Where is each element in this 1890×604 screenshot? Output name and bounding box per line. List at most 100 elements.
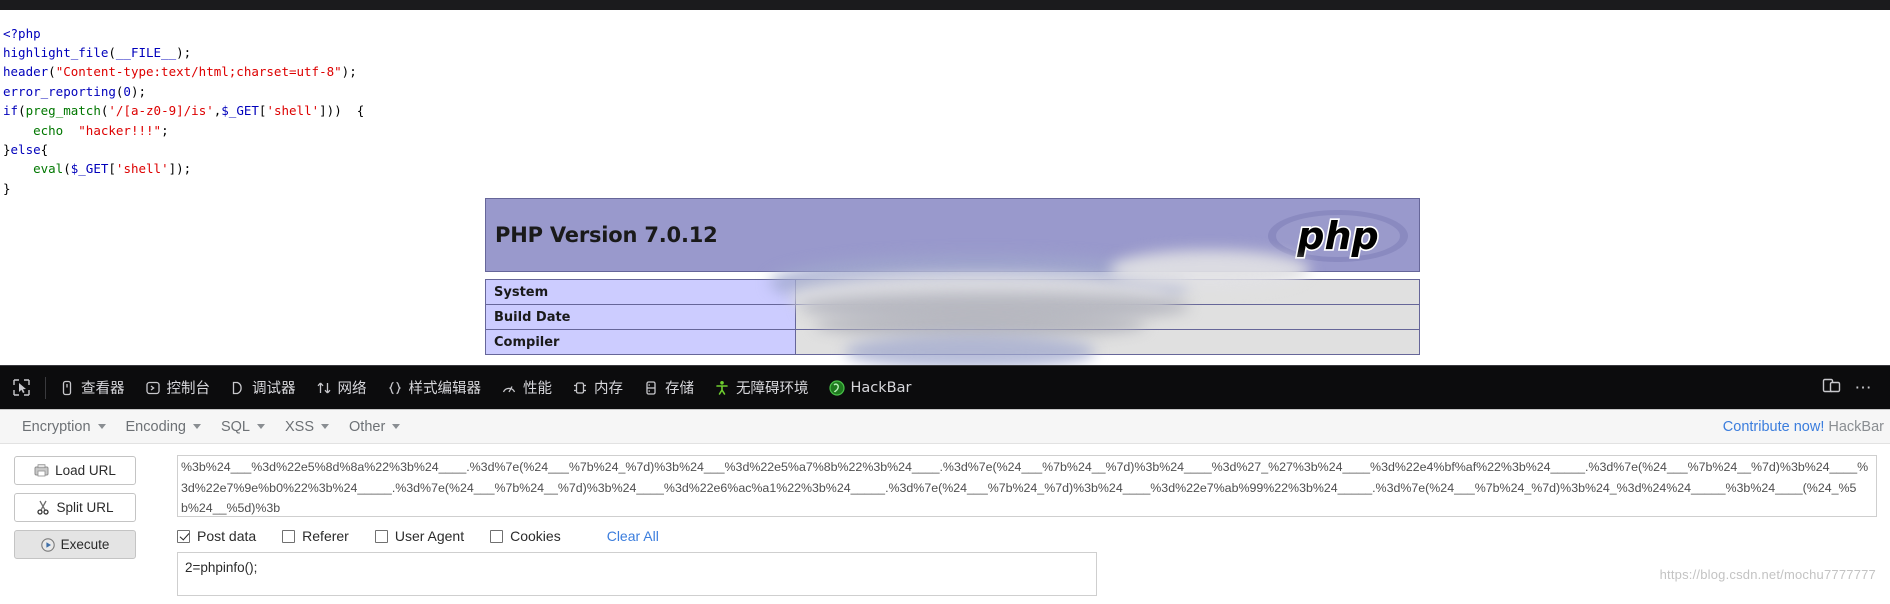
browser-page-content: <?php highlight_file(__FILE__); header("… <box>0 0 1890 365</box>
phpinfo-row-label: Build Date <box>485 304 796 330</box>
code-token: ( <box>48 64 56 80</box>
responsive-design-mode-button[interactable] <box>1822 376 1841 400</box>
devtools-tab-label: 控制台 <box>166 381 211 397</box>
code-token: ; <box>161 122 169 138</box>
devtools-tab-label: 网络 <box>337 381 367 397</box>
code-token: "hacker!!!" <box>78 122 162 138</box>
referer-checkbox[interactable]: Referer <box>282 528 349 544</box>
watermark-text: https://blog.csdn.net/mochu7777777 <box>1659 567 1876 582</box>
devtools-tab-hackbar[interactable]: HackBar <box>819 366 922 409</box>
hackbar-menu-other[interactable]: Other <box>341 415 412 439</box>
code-token: ( <box>63 161 71 177</box>
hackbar-menu-sql[interactable]: SQL <box>213 415 277 439</box>
cookies-checkbox[interactable]: Cookies <box>490 528 561 544</box>
split-url-icon <box>37 500 50 515</box>
code-token: ( <box>18 103 26 119</box>
execute-icon <box>40 537 55 552</box>
table-row: Build Date <box>485 304 1420 330</box>
more-options-button[interactable]: ⋯ <box>1855 378 1875 398</box>
button-label: Split URL <box>56 500 114 515</box>
split-url-button[interactable]: Split URL <box>14 493 136 522</box>
code-token: eval <box>33 161 64 177</box>
devtools-tab-console[interactable]: 控制台 <box>135 366 221 409</box>
button-label: Execute <box>60 537 110 552</box>
hackbar-icon <box>828 379 845 396</box>
code-token: ); <box>341 64 357 80</box>
devtools-tab-label: 性能 <box>523 381 552 397</box>
checkbox-label: Post data <box>197 528 257 544</box>
code-token: 0 <box>123 83 131 99</box>
code-token: if <box>3 103 19 119</box>
code-token: __FILE__ <box>115 44 177 60</box>
devtools-tab-strip: 查看器 控制台 调试器 网络 样式编辑器 性能 内存 存储 无障碍环境 Hack… <box>0 366 921 409</box>
code-token: echo <box>33 122 64 138</box>
hackbar-menu-label: SQL <box>220 418 250 435</box>
button-label: Load URL <box>55 463 116 478</box>
hackbar-menu-label: Encoding <box>125 418 186 435</box>
hackbar-menu-label: Encryption <box>22 418 91 435</box>
checkbox-label: Referer <box>302 528 349 544</box>
code-token: error_reporting <box>3 83 116 99</box>
devtools-tab-inspector[interactable]: 查看器 <box>49 366 135 409</box>
hackbar-menu-encryption[interactable]: Encryption <box>14 415 118 439</box>
code-token: '/[a-z0-9]/is' <box>108 103 214 119</box>
devtools-tab-style-editor[interactable]: 样式编辑器 <box>377 366 492 409</box>
code-token: highlight_file <box>3 44 109 60</box>
hackbar-brand-label: HackBar <box>1828 418 1884 435</box>
url-input[interactable]: %3b%24___%3d%22e5%8d%8a%22%3b%24____.%3d… <box>177 455 1877 517</box>
browser-chrome-strip <box>0 0 1890 10</box>
code-token: preg_match <box>25 103 101 119</box>
post-data-input[interactable]: 2=phpinfo(); <box>177 552 1097 596</box>
devtools-tab-storage[interactable]: 存储 <box>633 366 704 409</box>
devtools-tab-network[interactable]: 网络 <box>306 366 377 409</box>
devtools-tab-debugger[interactable]: 调试器 <box>220 366 306 409</box>
hackbar-menu-encoding[interactable]: Encoding <box>118 415 213 439</box>
devtools-tab-label: 样式编辑器 <box>408 381 482 397</box>
execute-button[interactable]: Execute <box>14 530 136 559</box>
code-token: $_GET <box>70 161 109 177</box>
devtools-tab-label: 无障碍环境 <box>736 381 809 397</box>
user-agent-checkbox[interactable]: User Agent <box>374 528 465 544</box>
phpinfo-row-label: Compiler <box>485 329 796 355</box>
phpinfo-table-body: System Build Date Compiler <box>485 279 1420 355</box>
contribute-link[interactable]: Contribute now! <box>1723 419 1825 435</box>
devtools-tab-performance[interactable]: 性能 <box>491 366 562 409</box>
php-source-listing: <?php highlight_file(__FILE__); header("… <box>3 24 364 199</box>
hackbar-menu-xss[interactable]: XSS <box>277 415 341 439</box>
devtools-tab-label: 调试器 <box>252 381 296 397</box>
element-picker-icon <box>12 379 30 396</box>
devtools-tab-accessibility[interactable]: 无障碍环境 <box>704 366 819 409</box>
code-token: { <box>40 141 49 157</box>
hackbar-menu-label: Other <box>349 418 386 435</box>
phpinfo-output: PHP Version 7.0.12 php System Build Date… <box>485 198 1420 355</box>
post-data-checkbox[interactable]: Post data <box>177 528 256 544</box>
chevron-down-icon <box>257 424 265 429</box>
inspector-icon <box>59 380 75 396</box>
code-token: ); <box>130 83 147 99</box>
devtools-tab-label: 内存 <box>594 381 623 397</box>
checkbox-box <box>490 529 504 543</box>
load-url-button[interactable]: Load URL <box>14 456 136 485</box>
code-token: 'shell' <box>115 161 169 177</box>
hackbar-panel: Encryption Encoding SQL XSS Other Contri… <box>0 409 1890 604</box>
code-token: ( <box>108 44 116 60</box>
element-picker-button[interactable] <box>0 366 42 409</box>
table-row: Compiler <box>485 329 1420 355</box>
phpinfo-header-banner: PHP Version 7.0.12 php <box>485 198 1420 272</box>
code-token: } <box>3 180 11 196</box>
php-version-label: PHP Version 7.0.12 <box>495 223 718 247</box>
chevron-down-icon <box>97 424 106 429</box>
hackbar-body: Load URL Split URL Execute %3b%24___%3d%… <box>0 444 1890 596</box>
phpinfo-table: System Build Date Compiler <box>485 279 1420 355</box>
devtools-tab-label: HackBar <box>850 379 912 396</box>
devtools-tab-memory[interactable]: 内存 <box>562 366 633 409</box>
performance-icon <box>501 380 517 396</box>
clear-all-link[interactable]: Clear All <box>607 528 659 544</box>
checkbox-label: User Agent <box>394 528 465 544</box>
console-icon <box>145 380 161 396</box>
checkbox-label: Cookies <box>510 528 561 544</box>
devtools-toolbar: 查看器 控制台 调试器 网络 样式编辑器 性能 内存 存储 无障碍环境 Hack… <box>0 365 1890 409</box>
